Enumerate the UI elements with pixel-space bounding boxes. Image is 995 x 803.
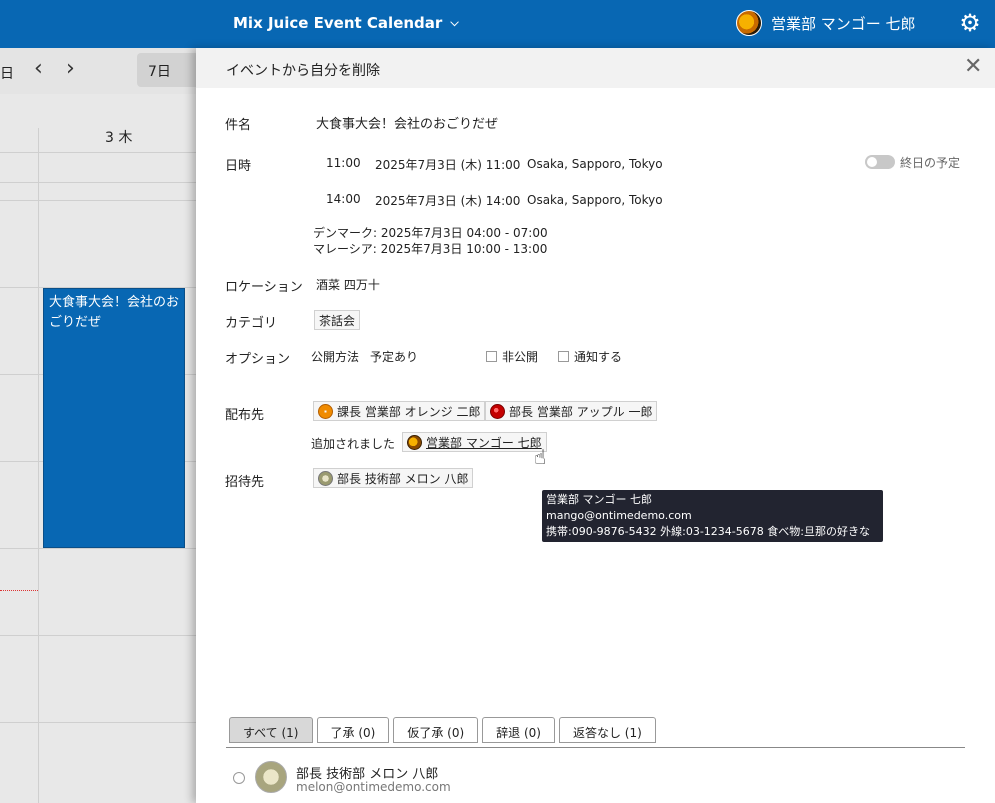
distribution-chip-orange[interactable]: 課長 営業部 オレンジ 二郎: [313, 401, 486, 421]
current-time-line: [0, 590, 38, 591]
app-title-menu[interactable]: Mix Juice Event Calendar ⌵: [233, 14, 459, 32]
chip-name: 部長 技術部 メロン 八郎: [337, 471, 469, 486]
timezone-malaysia: マレーシア: 2025年7月3日 10:00 - 13:00: [313, 242, 548, 256]
dialog-title: イベントから自分を削除: [226, 63, 380, 79]
apple-avatar-icon: [490, 403, 505, 419]
attendee-email: melon@ontimedemo.com: [296, 780, 451, 794]
tooltip-details: 携帯:090-9876-5432 外線:03-1234-5678 食べ物:旦那の…: [546, 525, 870, 554]
grid-line: [0, 152, 200, 153]
option-label: オプション: [225, 352, 291, 367]
added-label: 追加されました: [311, 437, 396, 451]
private-checkbox[interactable]: 非公開: [486, 348, 538, 365]
datetime-label: 日時: [225, 159, 252, 174]
tab-tentative[interactable]: 仮了承 (0): [393, 717, 479, 743]
day-header[interactable]: 3 木: [105, 127, 132, 147]
end-datetime[interactable]: 2025年7月3日 (木) 14:00: [375, 192, 520, 209]
person-tooltip: 営業部 マンゴー 七郎 mango@ontimedemo.com 携帯:090-…: [542, 490, 883, 554]
tab-declined[interactable]: 辞退 (0): [482, 717, 555, 743]
grid-line: [0, 722, 200, 723]
calendar-event[interactable]: 大食事大会！会社のおごりだぜ: [43, 288, 185, 548]
end-timezone[interactable]: Osaka, Sapporo, Tokyo: [527, 193, 663, 207]
notify-checkbox[interactable]: 通知する: [558, 348, 622, 365]
list-item[interactable]: 部長 技術部 メロン 八郎 melon@ontimedemo.com: [229, 760, 965, 800]
hand-cursor-icon: ☝: [534, 445, 547, 469]
tabs-divider: [226, 747, 965, 748]
tab-all[interactable]: すべて (1): [229, 717, 313, 743]
column-divider: [38, 128, 39, 803]
end-time[interactable]: 14:00: [326, 192, 361, 206]
distribution-label: 配布先: [225, 408, 265, 423]
checkbox-box[interactable]: [486, 351, 497, 362]
melon-avatar-icon: [255, 761, 287, 793]
category-value: 茶話会: [319, 313, 356, 328]
invitee-chip[interactable]: 部長 技術部 メロン 八郎: [313, 468, 474, 488]
grid-line: [0, 635, 200, 636]
gear-icon[interactable]: ⚙: [957, 10, 983, 36]
select-radio[interactable]: [233, 772, 245, 784]
subject-value: 大食事大会！会社のおごりだぜ: [316, 117, 499, 132]
start-datetime[interactable]: 2025年7月3日 (木) 11:00: [375, 156, 520, 173]
user-menu[interactable]: 営業部 マンゴー 七郎: [736, 10, 916, 36]
chip-name: 課長 営業部 オレンジ 二郎: [337, 404, 481, 419]
dialog-header: イベントから自分を削除 ✕: [196, 48, 995, 88]
added-person-chip[interactable]: 営業部 マンゴー 七郎: [402, 432, 547, 452]
mango-avatar-icon: [407, 434, 422, 450]
publish-method-value: 予定あり: [370, 350, 419, 364]
category-chip: 茶話会: [314, 310, 361, 330]
top-bar: Mix Juice Event Calendar ⌵ 営業部 マンゴー 七郎 ⚙: [0, 0, 995, 48]
timezone-denmark: デンマーク: 2025年7月3日 04:00 - 07:00: [313, 226, 548, 240]
grid-line: [0, 548, 200, 549]
today-button[interactable]: 日: [0, 63, 14, 83]
chevron-right-icon[interactable]: ›: [66, 58, 75, 80]
chip-name: 営業部 マンゴー 七郎: [426, 435, 542, 450]
user-name: 営業部 マンゴー 七郎: [771, 14, 916, 33]
invite-label: 招待先: [225, 475, 265, 490]
allday-label: 終日の予定: [900, 156, 961, 170]
start-timezone[interactable]: Osaka, Sapporo, Tokyo: [527, 157, 663, 171]
private-label: 非公開: [502, 350, 539, 364]
app-title: Mix Juice Event Calendar: [233, 14, 443, 32]
checkbox-box[interactable]: [558, 351, 569, 362]
start-time[interactable]: 11:00: [326, 156, 361, 170]
chip-name: 部長 営業部 アップル 一郎: [509, 404, 653, 419]
grid-line: [0, 182, 200, 183]
grid-line: [0, 200, 200, 201]
chevron-down-icon: ⌵: [450, 16, 459, 29]
tooltip-name: 営業部 マンゴー 七郎: [546, 493, 652, 506]
location-value: 酒菜 四万十: [316, 278, 380, 292]
tab-accepted[interactable]: 了承 (0): [316, 717, 390, 743]
distribution-chip-apple[interactable]: 部長 営業部 アップル 一郎: [485, 401, 658, 421]
orange-avatar-icon: [318, 403, 333, 419]
notify-label: 通知する: [574, 350, 623, 364]
tab-no-response[interactable]: 返答なし (1): [558, 717, 656, 743]
tooltip-email: mango@ontimedemo.com: [546, 509, 692, 522]
close-icon[interactable]: ✕: [964, 56, 982, 78]
user-avatar: [736, 10, 762, 36]
event-dialog: イベントから自分を削除 ✕ 件名 大食事大会！会社のおごりだぜ 日時 11:00…: [196, 48, 995, 803]
response-tabs: すべて (1) 了承 (0) 仮了承 (0) 辞退 (0) 返答なし (1): [229, 717, 656, 743]
category-label: カテゴリ: [225, 316, 278, 331]
melon-avatar-icon: [318, 470, 333, 486]
location-label: ロケーション: [225, 280, 303, 295]
subject-label: 件名: [225, 118, 252, 133]
chevron-left-icon[interactable]: ‹: [34, 58, 43, 80]
publish-method-label: 公開方法: [311, 350, 360, 364]
allday-toggle[interactable]: [865, 155, 895, 169]
